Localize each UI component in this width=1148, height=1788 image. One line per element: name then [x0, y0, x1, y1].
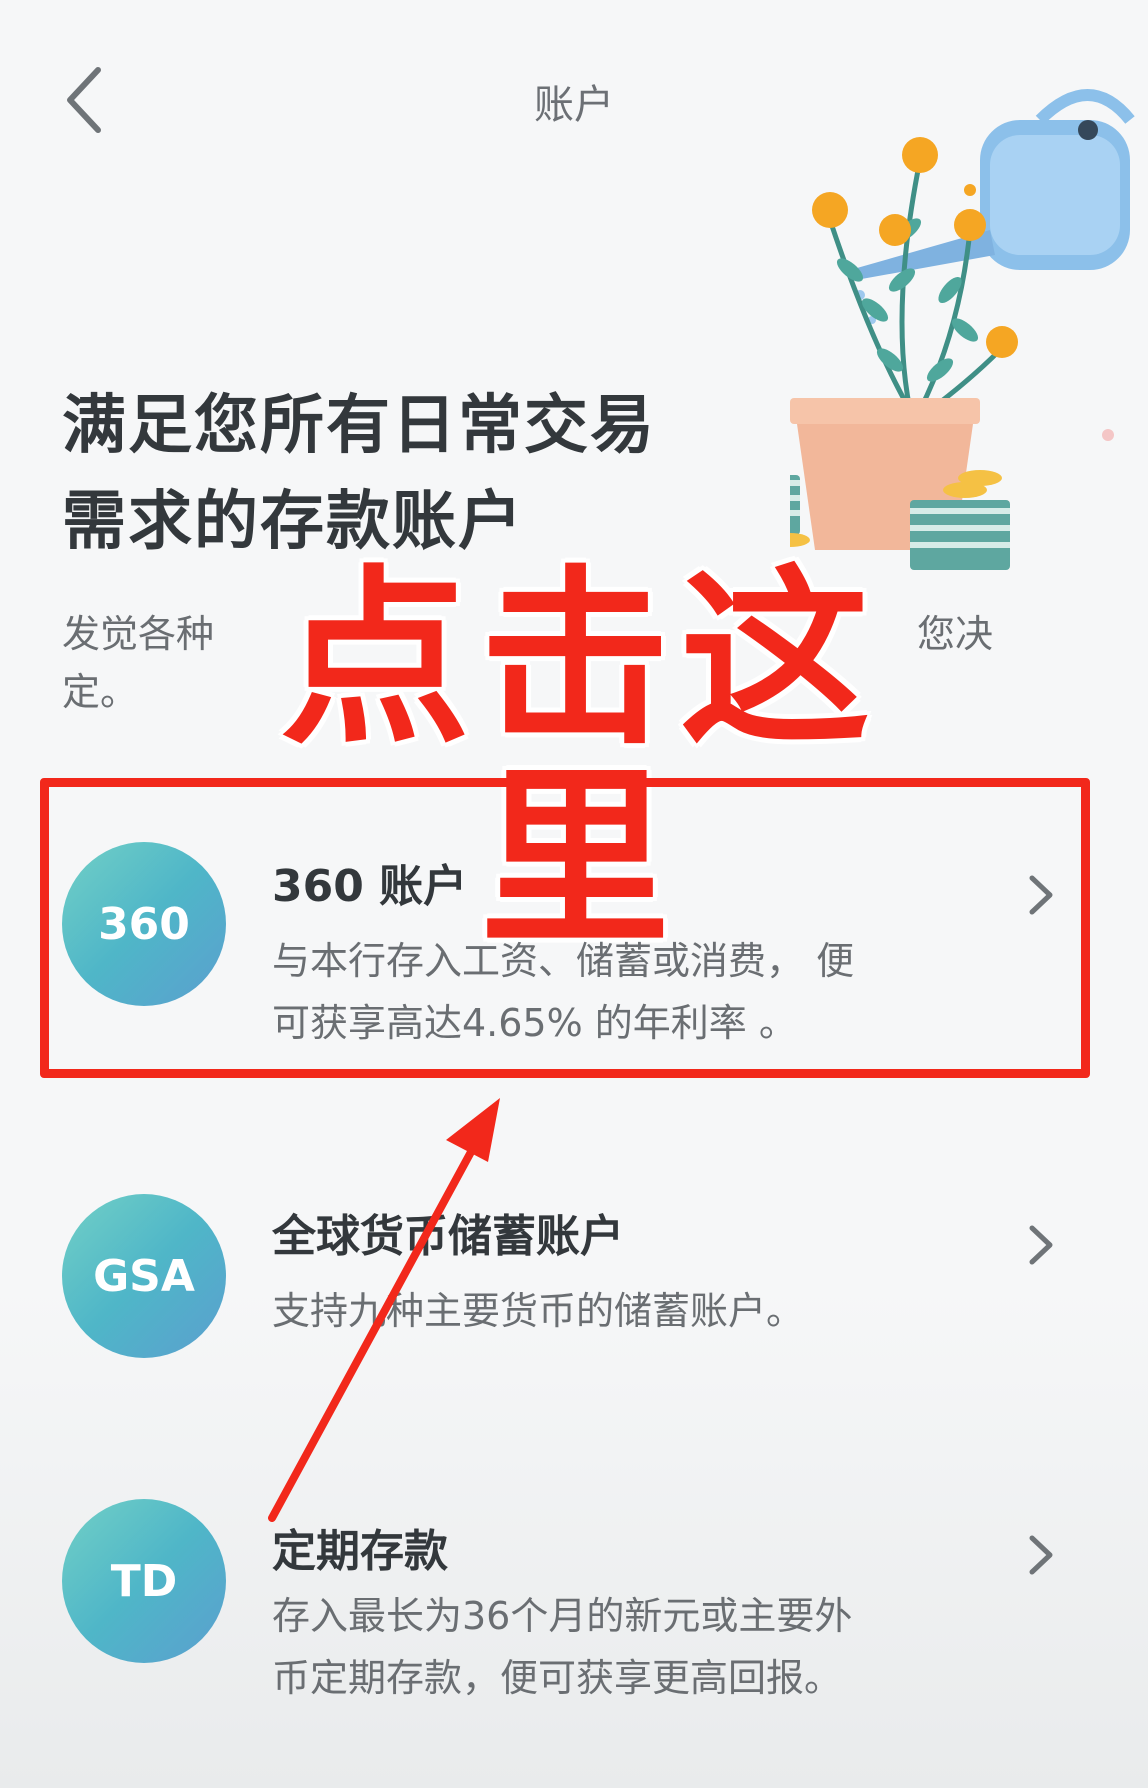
- hero-headline: 满足您所有日常交易 需求的存款账户: [62, 378, 822, 570]
- plant-illustration: [790, 89, 1135, 570]
- account-desc-line1: 支持九种主要货币的储蓄账户。: [272, 1289, 805, 1333]
- account-desc-line1: 存入最长为36个月的新元或主要外: [272, 1594, 853, 1638]
- account-title: 全球货币储蓄账户: [272, 1211, 624, 1262]
- hero-subtext-line1-start: 发觉各种: [62, 612, 215, 656]
- hero-headline-line1: 满足您所有日常交易: [62, 389, 656, 463]
- account-badge-gsa: GSA: [62, 1194, 226, 1358]
- account-title: 定期存款: [272, 1526, 448, 1577]
- chevron-right-icon: [1029, 1535, 1053, 1575]
- account-desc-line2: 币定期存款，便可获享更高回报。: [272, 1656, 843, 1700]
- chevron-right-icon: [1029, 1225, 1053, 1265]
- highlight-box: [40, 778, 1090, 1078]
- account-desc: 存入最长为36个月的新元或主要外 币定期存款，便可获享更高回报。: [272, 1585, 952, 1709]
- account-desc: 支持九种主要货币的储蓄账户。: [272, 1280, 952, 1342]
- account-item-gsa[interactable]: GSA 全球货币储蓄账户 支持九种主要货币的储蓄账户。: [0, 1170, 1148, 1430]
- account-item-td[interactable]: TD 定期存款 存入最长为36个月的新元或主要外 币定期存款，便可获享更高回报。: [0, 1475, 1148, 1735]
- account-badge-td: TD: [62, 1499, 226, 1663]
- watering-can-icon: [850, 89, 1135, 280]
